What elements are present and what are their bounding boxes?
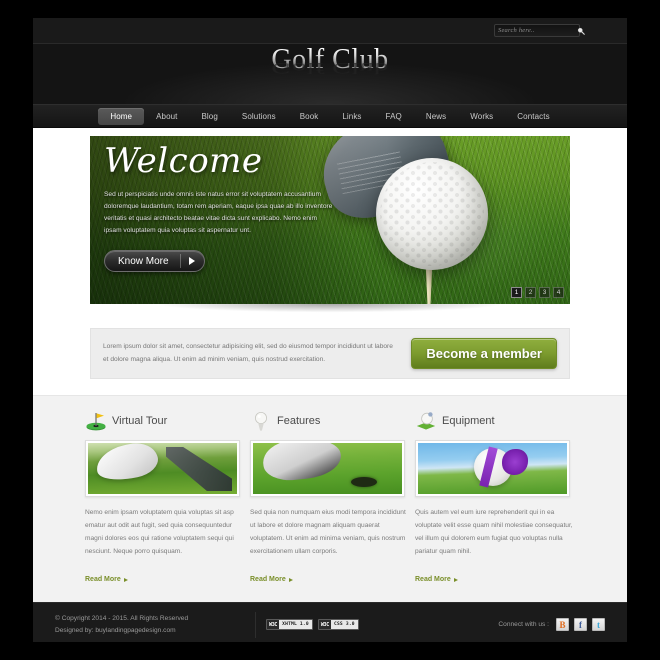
search-icon: [577, 27, 585, 35]
slider-dot-3[interactable]: 3: [539, 287, 550, 298]
feature-column-features: Features Sed quia non numquam eius modi …: [250, 410, 410, 586]
become-a-member-button[interactable]: Become a member: [411, 338, 557, 369]
read-more-link-equipment[interactable]: Read More: [415, 576, 458, 583]
feature-text: Sed quia non numquam eius modi tempora i…: [250, 509, 406, 555]
read-more-link-virtual-tour[interactable]: Read More: [85, 576, 128, 583]
feature-column-equipment: Equipment Quis autem vel eum iure repreh…: [415, 410, 575, 586]
feature-text: Quis autem vel eum iure reprehenderit qu…: [415, 509, 573, 555]
callout-bar: Lorem ipsum dolor sit amet, consectetur …: [90, 328, 570, 379]
nav-item-book[interactable]: Book: [288, 108, 331, 125]
slider-dot-1[interactable]: 1: [511, 287, 522, 298]
arrow-right-icon: [288, 577, 293, 582]
nav-item-solutions[interactable]: Solutions: [230, 108, 288, 125]
badge-label: CSS 3.0: [333, 622, 355, 628]
main-navigation: Home About Blog Solutions Book Links FAQ…: [33, 104, 627, 128]
nav-item-news[interactable]: News: [414, 108, 458, 125]
nav-item-links[interactable]: Links: [330, 108, 373, 125]
callout-section: Lorem ipsum dolor sit amet, consectetur …: [33, 324, 627, 395]
arrow-right-icon: [123, 577, 128, 582]
site-frame: Golf Club Golf Club Home About Blog Solu…: [33, 18, 627, 642]
callout-text: Lorem ipsum dolor sit amet, consectetur …: [103, 342, 393, 363]
feature-title: Features: [277, 415, 321, 427]
nav-item-home[interactable]: Home: [98, 107, 145, 125]
golf-ball-with-purple-ribbon-on-tee-photo: [418, 443, 567, 494]
read-more-link-features[interactable]: Read More: [250, 576, 293, 583]
search-input[interactable]: [498, 27, 577, 34]
search-button[interactable]: [577, 26, 585, 35]
features-section: Virtual Tour Nemo enim ipsam voluptatem …: [33, 395, 627, 603]
facebook-icon[interactable]: f: [574, 618, 587, 632]
nav-item-works[interactable]: Works: [458, 108, 505, 125]
golf-ball-on-grass-icon: [415, 411, 437, 431]
read-more-label: Read More: [85, 576, 121, 584]
css-validation-badge[interactable]: W3C CSS 3.0: [317, 619, 359, 631]
button-divider: [179, 254, 181, 269]
site-logo-reflection: Golf Club: [271, 58, 389, 76]
feature-thumbnail[interactable]: [415, 440, 570, 497]
arrow-right-icon: [453, 577, 458, 582]
badge-label: XHTML 1.0: [282, 622, 309, 628]
designed-by-text: Designed by: buylandingpagedesign.com: [55, 626, 176, 634]
know-more-button[interactable]: Know More: [104, 250, 205, 273]
feature-thumbnail[interactable]: [250, 440, 405, 497]
hero-section: Welcome Sed ut perspiciatis unde omnis i…: [33, 128, 627, 324]
hero-slider[interactable]: Welcome Sed ut perspiciatis unde omnis i…: [90, 136, 570, 304]
golf-flag-hole-icon: [85, 411, 107, 431]
nav-item-contacts[interactable]: Contacts: [505, 108, 561, 125]
validation-badges: W3C XHTML 1.0 W3C CSS 3.0: [266, 619, 359, 631]
golf-ball-on-tee-icon: [250, 411, 272, 431]
arrow-right-icon: [188, 257, 195, 266]
search-box[interactable]: [494, 24, 585, 37]
slider-dot-2[interactable]: 2: [525, 287, 536, 298]
hero-title: Welcome: [104, 141, 263, 181]
twitter-icon[interactable]: t: [592, 618, 605, 632]
copyright-text: © Copyright 2014 - 2015. All Rights Rese…: [55, 614, 189, 622]
gloved-hand-placing-ball-on-tee-photo: [88, 443, 237, 494]
site-header: Golf Club Golf Club: [33, 44, 627, 104]
site-footer: © Copyright 2014 - 2015. All Rights Rese…: [33, 602, 627, 642]
hero-description: Sed ut perspiciatis unde omnis iste natu…: [104, 190, 333, 235]
footer-copyright-block: © Copyright 2014 - 2015. All Rights Rese…: [55, 613, 245, 637]
nav-item-blog[interactable]: Blog: [189, 108, 229, 125]
feature-heading: Features: [250, 410, 410, 432]
w3c-mark: W3C: [318, 620, 331, 630]
xhtml-validation-badge[interactable]: W3C XHTML 1.0: [266, 619, 313, 631]
feature-text: Nemo enim ipsam voluptatem quia voluptas…: [85, 509, 234, 555]
ribbon-band-icon: [479, 446, 498, 488]
top-bar: [33, 18, 627, 44]
feature-column-virtual-tour: Virtual Tour Nemo enim ipsam voluptatem …: [85, 410, 245, 586]
feature-thumbnail[interactable]: [85, 440, 240, 497]
read-more-label: Read More: [415, 576, 451, 584]
footer-divider: [255, 611, 256, 638]
golfer-putting-near-hole-photo: [253, 443, 402, 494]
feature-heading: Virtual Tour: [85, 410, 245, 432]
know-more-label: Know More: [118, 255, 169, 267]
nav-item-faq[interactable]: FAQ: [374, 108, 414, 125]
blogger-icon[interactable]: B: [556, 618, 569, 632]
social-links: Connect with us : B f t: [498, 618, 605, 632]
slider-pagination: 1 2 3 4: [511, 287, 564, 298]
w3c-mark: W3C: [267, 620, 280, 630]
read-more-label: Read More: [250, 576, 286, 584]
feature-title: Equipment: [442, 415, 495, 427]
slider-dot-4[interactable]: 4: [553, 287, 564, 298]
connect-with-us-label: Connect with us :: [498, 621, 549, 629]
feature-heading: Equipment: [415, 410, 575, 432]
hero-content: Welcome Sed ut perspiciatis unde omnis i…: [104, 141, 334, 273]
nav-item-about[interactable]: About: [144, 108, 189, 125]
hero-drop-shadow: [90, 304, 570, 324]
feature-title: Virtual Tour: [112, 415, 168, 427]
